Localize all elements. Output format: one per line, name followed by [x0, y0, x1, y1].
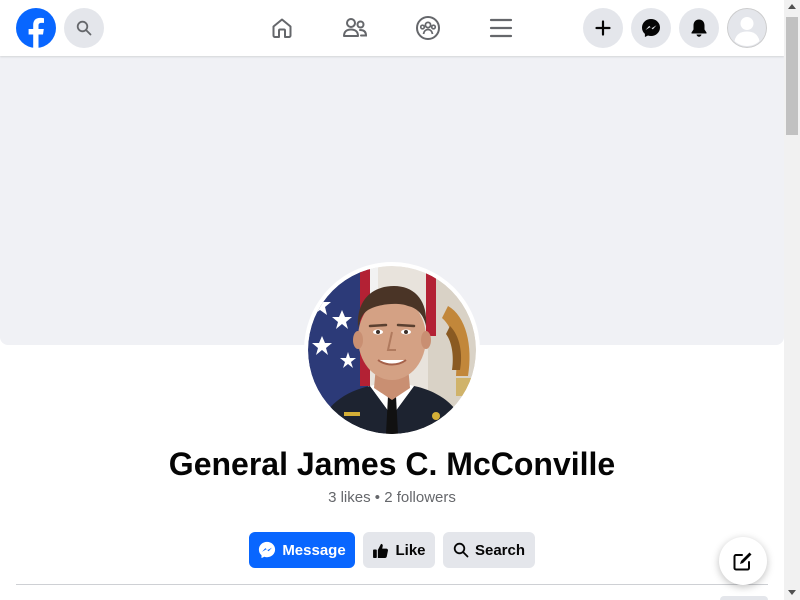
page-stats[interactable]: 3 likes • 2 followers	[0, 489, 784, 506]
tab-strip-edge	[720, 596, 768, 600]
action-buttons: Message Like Search	[0, 532, 784, 568]
new-message-button[interactable]	[719, 537, 767, 585]
plus-icon	[595, 20, 611, 36]
vertical-scrollbar[interactable]	[784, 0, 800, 600]
message-button[interactable]: Message	[249, 532, 355, 568]
groups-icon	[416, 16, 440, 40]
home-icon	[272, 18, 292, 38]
profile-portrait-image	[308, 266, 476, 434]
messenger-icon	[642, 19, 660, 37]
facebook-logo-icon[interactable]	[16, 8, 56, 48]
section-divider	[16, 584, 768, 585]
notifications-button[interactable]	[679, 8, 719, 48]
nav-groups-button[interactable]	[412, 12, 444, 44]
friends-icon	[343, 18, 368, 37]
compose-icon	[733, 552, 752, 571]
message-button-label: Message	[282, 541, 346, 559]
messenger-button[interactable]	[631, 8, 671, 48]
messenger-icon	[259, 541, 276, 559]
search-icon	[76, 20, 92, 36]
search-icon	[453, 542, 469, 558]
nav-friends-button[interactable]	[339, 12, 371, 44]
top-navigation-bar	[0, 0, 784, 56]
profile-photo[interactable]	[304, 262, 480, 438]
scrollbar-thumb[interactable]	[786, 17, 798, 135]
search-button-label: Search	[474, 541, 526, 559]
like-button-label: Like	[395, 541, 426, 559]
thumbs-up-icon	[373, 543, 389, 558]
account-avatar-button[interactable]	[727, 8, 767, 48]
avatar	[727, 8, 767, 48]
like-button[interactable]: Like	[363, 532, 435, 568]
bell-icon	[691, 19, 707, 37]
page-search-button[interactable]: Search	[443, 532, 535, 568]
nav-menu-button[interactable]	[485, 12, 517, 44]
search-button[interactable]	[64, 8, 104, 48]
scroll-down-arrow-icon[interactable]	[788, 590, 796, 595]
create-button[interactable]	[583, 8, 623, 48]
scroll-up-arrow-icon[interactable]	[788, 4, 796, 9]
nav-home-button[interactable]	[266, 12, 298, 44]
menu-icon	[489, 18, 513, 38]
page-title: General James C. McConville	[168, 446, 616, 482]
